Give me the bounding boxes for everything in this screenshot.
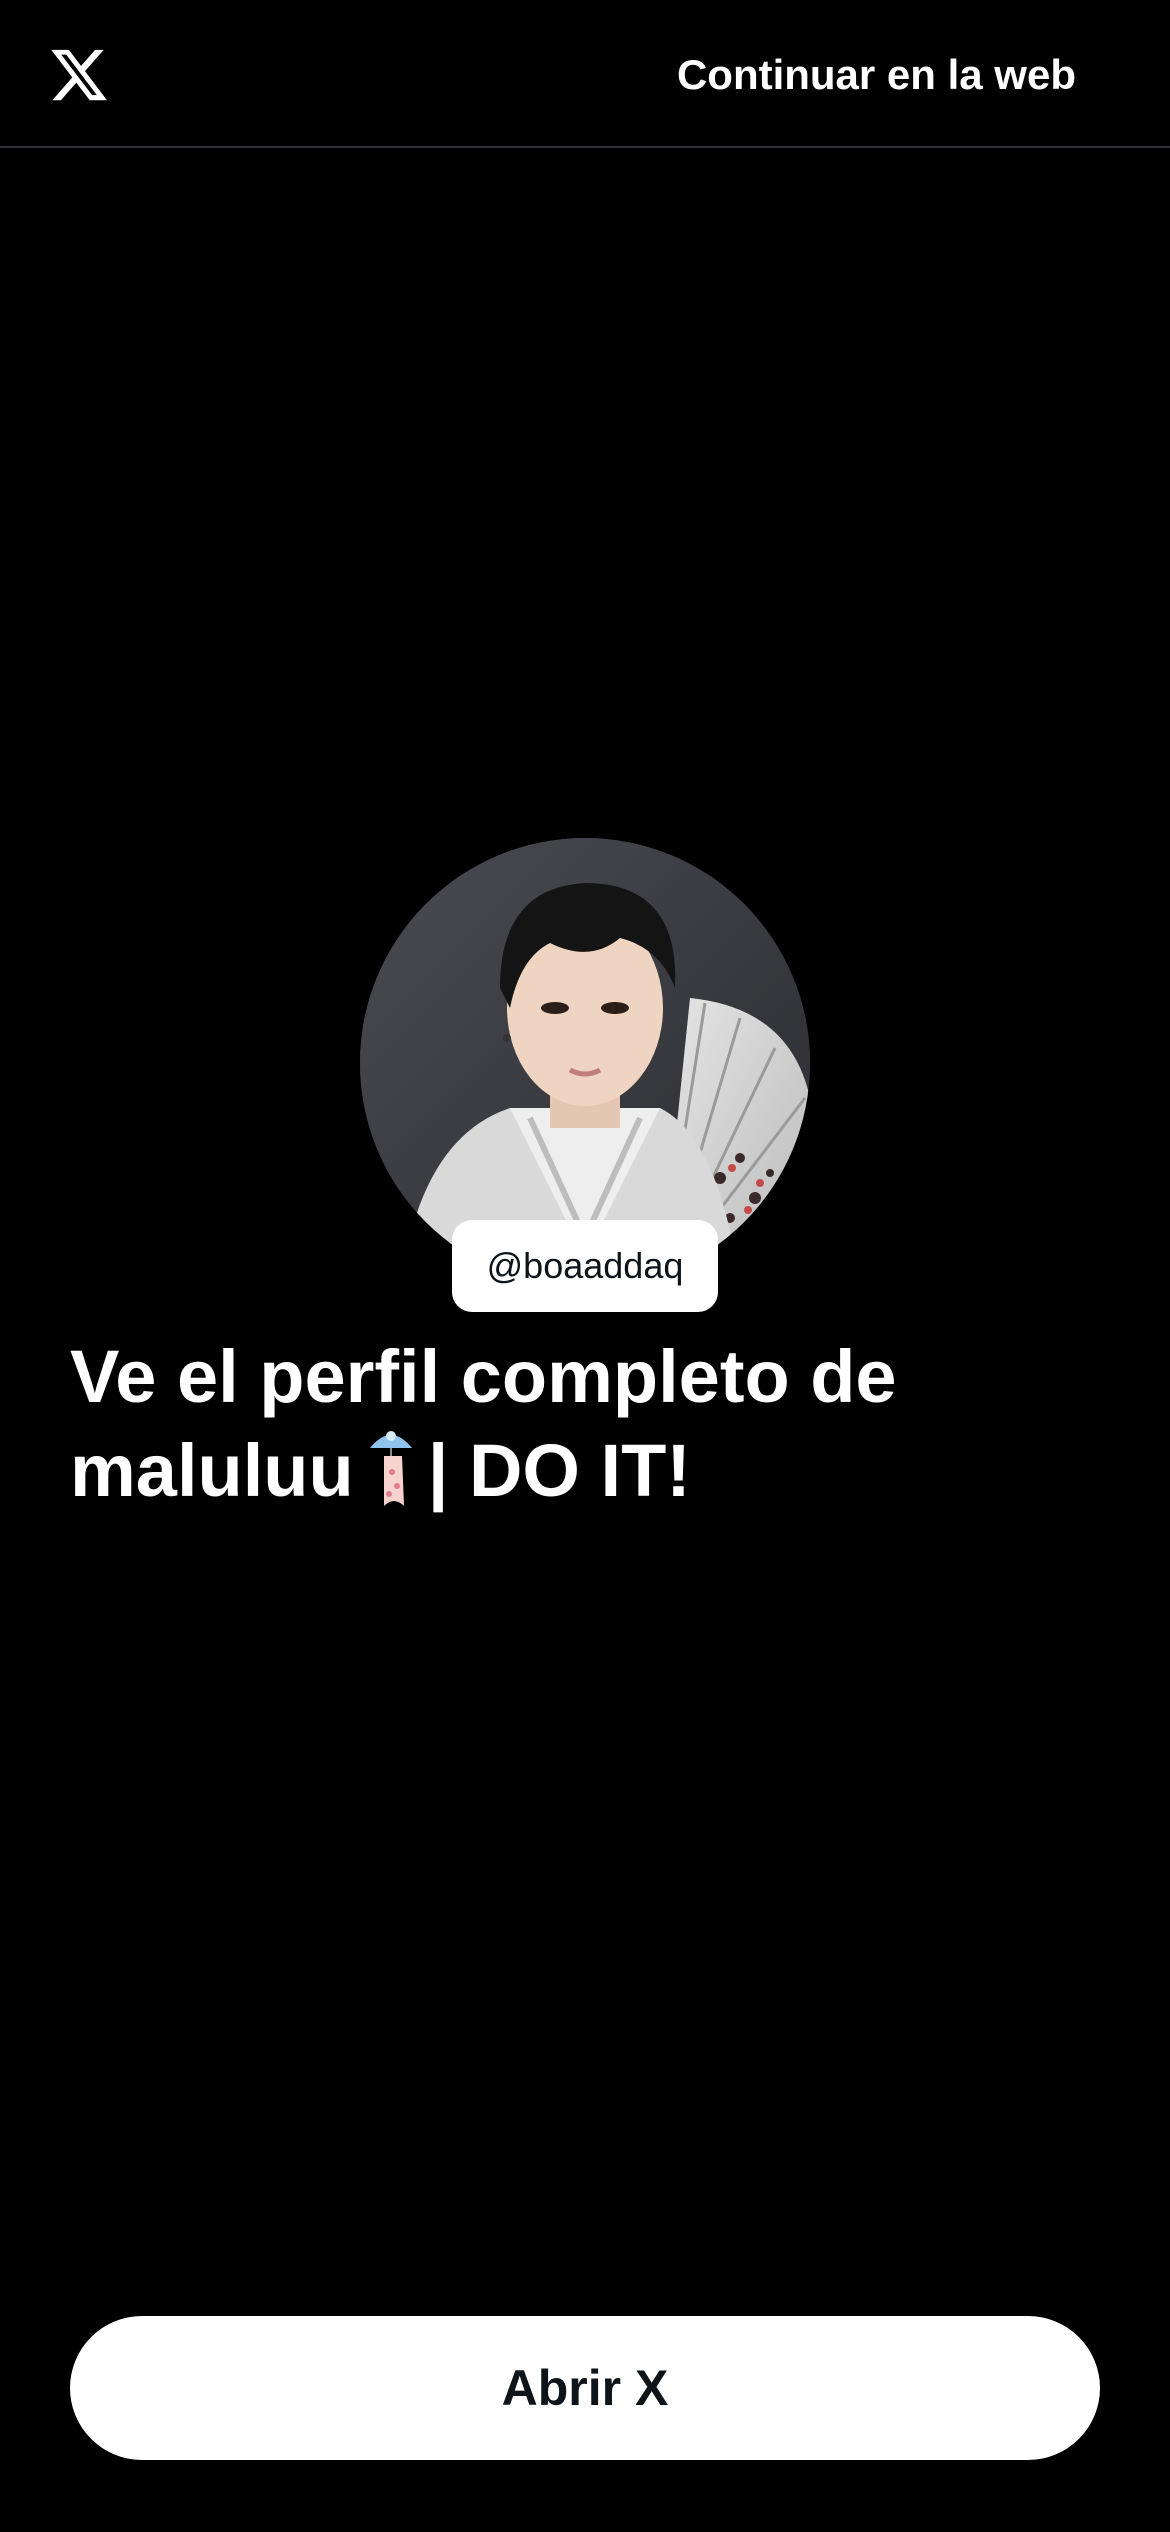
username-handle: @boaaddaq bbox=[452, 1220, 718, 1312]
headline-suffix: | DO IT! bbox=[427, 1429, 691, 1512]
wind-chime-icon bbox=[362, 1426, 420, 1510]
headline-line1: Ve el perfil completo de bbox=[70, 1335, 897, 1418]
headline-display-name: malulu​u bbox=[70, 1429, 354, 1512]
top-bar: Continuar en la web bbox=[0, 0, 1170, 148]
continue-on-web-link[interactable]: Continuar en la web bbox=[677, 44, 1076, 106]
profile-headline: Ve el perfil completo de malulu​u | DO I… bbox=[70, 1330, 1100, 1518]
open-x-app-button[interactable]: Abrir X bbox=[70, 2316, 1100, 2460]
x-logo-icon[interactable] bbox=[48, 44, 110, 106]
